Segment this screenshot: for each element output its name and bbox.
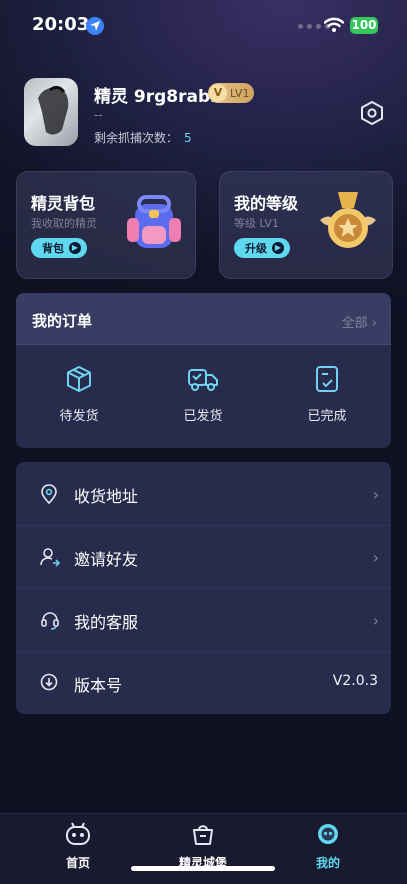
menu-item-support[interactable]: 我的客服 › <box>16 588 391 652</box>
chevron-right-icon: › <box>372 611 379 630</box>
tab-home[interactable]: 首页 <box>28 822 128 871</box>
package-icon <box>67 366 91 392</box>
backpack-icon <box>127 195 181 248</box>
menu-item-label: 我的客服 <box>74 613 139 632</box>
arrow-right-icon: ▶ <box>69 242 81 254</box>
orders-panel: 我的订单 全部 › 待发货 已发货 已完成 <box>16 293 391 448</box>
level-card-desc: 等级 LV1 <box>234 217 279 230</box>
avatar[interactable] <box>24 78 78 146</box>
order-status-label: 已发货 <box>183 409 223 424</box>
location-arrow-icon <box>86 17 104 35</box>
menu-item-label: 收货地址 <box>74 487 139 506</box>
level-card-title: 我的等级 <box>234 194 299 213</box>
menu-item-label: 邀请好友 <box>74 550 139 569</box>
checklist-icon <box>316 366 338 392</box>
tab-label: 我的 <box>315 856 340 870</box>
home-indicator[interactable] <box>131 866 275 871</box>
backpack-card-desc: 我收取的精灵 <box>31 217 97 230</box>
backpack-button-label: 背包 <box>42 242 64 255</box>
menu-item-address[interactable]: 收货地址 › <box>16 462 391 526</box>
order-status-label: 待发货 <box>59 409 99 424</box>
profile-face-icon <box>318 824 338 844</box>
vip-badge-icon: V <box>209 84 227 102</box>
chevron-right-icon: › <box>371 316 377 331</box>
order-status-completed[interactable]: 已完成 <box>287 365 367 424</box>
order-status-shipped[interactable]: 已发货 <box>163 365 243 424</box>
upgrade-button[interactable]: 升级 ▶ <box>234 238 290 258</box>
level-card[interactable]: 我的等级 等级 LV1 升级 ▶ <box>219 171 393 279</box>
catch-count-value: 5 <box>184 131 192 145</box>
orders-view-all-label: 全部 <box>341 316 368 331</box>
chevron-right-icon: › <box>372 485 379 504</box>
chevron-right-icon: › <box>372 548 379 567</box>
profile-subtitle: -- <box>94 108 103 122</box>
level-badge-text: LV1 <box>230 86 250 100</box>
orders-view-all-link[interactable]: 全部 › <box>342 312 377 331</box>
tab-castle[interactable]: 精灵城堡 <box>153 822 253 871</box>
catch-count-label: 剩余抓捕次数： <box>94 131 179 145</box>
version-value: V2.0.3 <box>332 673 378 689</box>
settings-hexagon-icon[interactable] <box>359 100 385 126</box>
username: 精灵 9rg8rabl <box>94 87 216 107</box>
shopping-bag-icon <box>193 825 213 845</box>
order-status-pending[interactable]: 待发货 <box>39 365 119 424</box>
upgrade-button-label: 升级 <box>245 242 267 255</box>
invite-user-icon <box>40 548 60 567</box>
medal-icon <box>320 192 376 248</box>
orders-title: 我的订单 <box>32 312 93 330</box>
location-pin-icon <box>41 484 57 504</box>
status-bar: 20:03 100 <box>0 14 407 40</box>
tab-label: 首页 <box>65 856 90 870</box>
battery-indicator: 100 <box>350 17 378 34</box>
wifi-icon <box>324 17 344 32</box>
headset-icon <box>41 612 59 630</box>
backpack-card-title: 精灵背包 <box>31 194 96 213</box>
menu-item-invite[interactable]: 邀请好友 › <box>16 525 391 589</box>
status-time: 20:03 <box>32 14 90 35</box>
robot-face-icon <box>66 822 90 845</box>
menu-item-label: 版本号 <box>74 676 123 695</box>
orders-header: 我的订单 全部 › <box>16 293 391 345</box>
truck-icon <box>188 369 218 391</box>
tab-mine[interactable]: 我的 <box>278 822 378 871</box>
settings-menu: 收货地址 › 邀请好友 › 我的客服 › 版本号 V2.0.3 <box>16 462 391 714</box>
arrow-right-icon: ▶ <box>272 242 284 254</box>
catch-count: 剩余抓捕次数： 5 <box>94 129 192 146</box>
level-badge: V LV1 <box>208 83 254 103</box>
backpack-button[interactable]: 背包 ▶ <box>31 238 87 258</box>
bottom-nav: 首页 精灵城堡 我的 <box>0 813 407 884</box>
menu-item-version[interactable]: 版本号 V2.0.3 <box>16 651 391 714</box>
backpack-card[interactable]: 精灵背包 我收取的精灵 背包 ▶ <box>16 171 196 279</box>
order-status-label: 已完成 <box>307 409 347 424</box>
download-circle-icon <box>40 673 58 691</box>
